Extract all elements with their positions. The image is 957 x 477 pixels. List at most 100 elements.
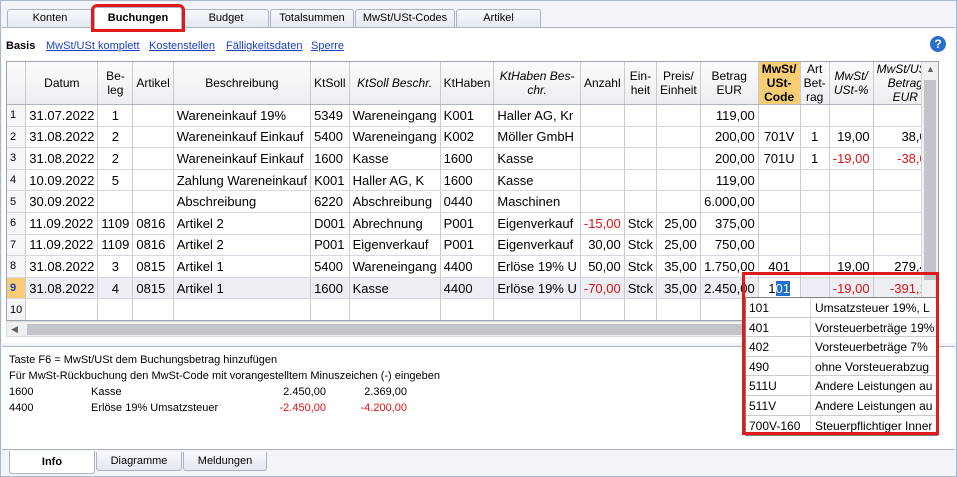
col-header-anzahl[interactable]: Anzahl (580, 62, 625, 105)
beleg-cell[interactable]: 4 (97, 277, 134, 300)
anzahl-cell[interactable]: 50,00 (580, 255, 625, 278)
kthaben-cell[interactable]: 0440 (440, 190, 495, 213)
einheit-cell[interactable] (624, 298, 658, 320)
beschreibung-cell[interactable]: Zahlung Wareneinkauf (173, 169, 312, 192)
preis-cell[interactable] (656, 147, 701, 170)
beleg-cell[interactable]: 2 (97, 126, 134, 149)
artikel-cell[interactable]: 0816 (132, 234, 174, 257)
scroll-left-icon[interactable]: ◀ (11, 324, 18, 335)
kthaben-beschr-cell[interactable]: Erlöse 19% U (493, 255, 581, 278)
ktsoll-cell[interactable]: P001 (310, 234, 350, 257)
mwst-code-cell[interactable]: 701U (758, 147, 801, 170)
mwst-prozent-cell[interactable]: 19,00 (829, 126, 874, 149)
betrag-cell[interactable]: 119,00 (700, 104, 759, 127)
mwst-code-cell[interactable] (758, 190, 801, 213)
kthaben-beschr-cell[interactable]: Möller GmbH (493, 126, 581, 149)
kthaben-beschr-cell[interactable]: Maschinen (493, 190, 581, 213)
kthaben-cell[interactable]: P001 (440, 234, 495, 257)
view-faelligkeitsdaten[interactable]: Fälligkeitsdaten (226, 40, 302, 52)
mwst-code-cell[interactable] (758, 212, 801, 235)
datum-cell[interactable]: 31.07.2022 (25, 104, 99, 127)
table-row[interactable]: 2 31.08.2022 2 Wareneinkauf Einkauf 5400 Ware… (7, 126, 938, 149)
mwst-prozent-cell[interactable]: -19,00 (829, 277, 874, 300)
anzahl-cell[interactable]: -70,00 (580, 277, 625, 300)
artikel-cell[interactable] (132, 126, 174, 149)
beleg-cell[interactable]: 1 (97, 104, 134, 127)
betrag-cell[interactable]: 375,00 (700, 212, 759, 235)
anzahl-cell[interactable] (580, 147, 625, 170)
einheit-cell[interactable]: Stck (624, 212, 658, 235)
tab-konten[interactable]: Konten (7, 9, 93, 28)
vat-code-dropdown[interactable]: 101 Umsatzsteuer 19%, L 401 Vorsteuerbeträg… (745, 297, 938, 436)
table-row[interactable]: 4 10.09.2022 5 Zahlung Wareneinkauf K001 Hall… (7, 169, 938, 192)
betrag-cell[interactable]: 200,00 (700, 147, 759, 170)
mwst-code-cell[interactable] (758, 104, 801, 127)
anzahl-cell[interactable] (580, 190, 625, 213)
kthaben-beschr-cell[interactable]: Kasse (493, 169, 581, 192)
beleg-cell[interactable] (97, 190, 134, 213)
preis-cell[interactable] (656, 104, 701, 127)
beleg-cell[interactable]: 2 (97, 147, 134, 170)
datum-cell[interactable]: 31.08.2022 (25, 277, 99, 300)
table-row[interactable]: 5 30.09.2022 Abschreibung 6220 Abschreibung 0… (7, 190, 938, 213)
col-header-preis[interactable]: Preis/ Einheit (656, 62, 701, 105)
art-betrag-cell[interactable] (800, 277, 830, 300)
art-betrag-cell[interactable] (800, 234, 830, 257)
dropdown-option[interactable]: 490 ohne Vorsteuerabzug (746, 356, 937, 377)
tab-diagramme[interactable]: Diagramme (96, 452, 182, 471)
preis-cell[interactable]: 25,00 (656, 212, 701, 235)
betrag-cell[interactable]: 200,00 (700, 126, 759, 149)
kthaben-cell[interactable]: P001 (440, 212, 495, 235)
datum-cell[interactable]: 31.08.2022 (25, 126, 99, 149)
einheit-cell[interactable] (624, 190, 658, 213)
mwst-prozent-cell[interactable]: 19,00 (829, 255, 874, 278)
einheit-cell[interactable]: Stck (624, 255, 658, 278)
datum-cell[interactable]: 11.09.2022 (25, 234, 99, 257)
tab-mwst-codes[interactable]: MwSt/USt-Codes (355, 9, 455, 28)
kthaben-cell[interactable]: K002 (440, 126, 495, 149)
preis-cell[interactable]: 25,00 (656, 234, 701, 257)
kthaben-beschr-cell[interactable]: Eigenverkauf (493, 212, 581, 235)
kthaben-cell[interactable]: 1600 (440, 169, 495, 192)
beleg-cell[interactable] (97, 298, 134, 320)
mwst-prozent-cell[interactable] (829, 234, 874, 257)
ktsoll-beschr-cell[interactable]: Kasse (349, 147, 441, 170)
tab-buchungen[interactable]: Buchungen (91, 4, 185, 32)
kthaben-beschr-cell[interactable]: Haller AG, Kr (493, 104, 581, 127)
preis-cell[interactable] (656, 298, 701, 320)
art-betrag-cell[interactable]: 1 (800, 126, 830, 149)
tab-meldungen[interactable]: Meldungen (183, 452, 267, 471)
col-header-mwst-code[interactable]: MwSt/ USt- Code (758, 62, 801, 105)
ktsoll-beschr-cell[interactable]: Haller AG, K (349, 169, 441, 192)
view-sperre[interactable]: Sperre (311, 40, 344, 52)
dropdown-option[interactable]: 511U Andere Leistungen au (746, 376, 937, 397)
einheit-cell[interactable] (624, 104, 658, 127)
anzahl-cell[interactable] (580, 104, 625, 127)
beschreibung-cell[interactable] (173, 298, 312, 320)
col-header-ktsoll-beschr[interactable]: KtSoll Beschr. (349, 62, 441, 105)
betrag-cell[interactable]: 6.000,00 (700, 190, 759, 213)
datum-cell[interactable]: 10.09.2022 (25, 169, 99, 192)
kthaben-beschr-cell[interactable]: Eigenverkauf (493, 234, 581, 257)
art-betrag-cell[interactable]: 1 (800, 147, 830, 170)
help-icon[interactable]: ? (930, 36, 946, 52)
einheit-cell[interactable] (624, 147, 658, 170)
preis-cell[interactable] (656, 169, 701, 192)
beschreibung-cell[interactable]: Artikel 1 (173, 277, 312, 300)
ktsoll-cell[interactable]: 5349 (310, 104, 350, 127)
mwst-code-editor[interactable]: 101 (758, 277, 801, 300)
beleg-cell[interactable]: 3 (97, 255, 134, 278)
dropdown-option[interactable]: 511V Andere Leistungen au (746, 396, 937, 416)
ktsoll-beschr-cell[interactable]: Abschreibung (349, 190, 441, 213)
ktsoll-beschr-cell[interactable]: Abrechnung (349, 212, 441, 235)
tab-totalsummen[interactable]: Totalsummen (270, 9, 354, 28)
beleg-cell[interactable]: 1109 (97, 212, 134, 235)
ktsoll-cell[interactable]: D001 (310, 212, 350, 235)
beschreibung-cell[interactable]: Artikel 1 (173, 255, 312, 278)
col-header-mwst-prozent[interactable]: MwSt/ USt-% (829, 62, 874, 105)
preis-cell[interactable] (656, 126, 701, 149)
beschreibung-cell[interactable]: Wareneinkauf Einkauf (173, 147, 312, 170)
mwst-code-cell[interactable]: 701V (758, 126, 801, 149)
col-header-einheit[interactable]: Ein- heit (624, 62, 658, 105)
beleg-cell[interactable]: 5 (97, 169, 134, 192)
